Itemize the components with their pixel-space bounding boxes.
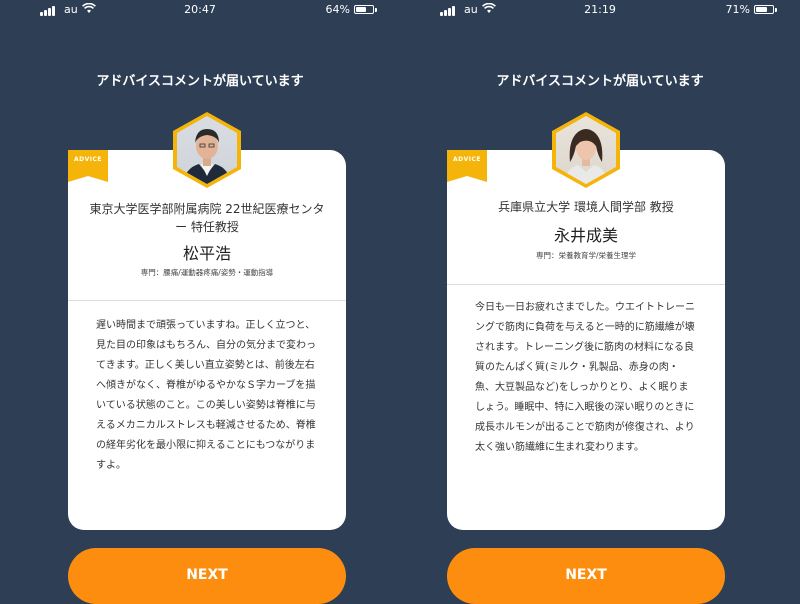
advice-badge: ADVICE: [68, 150, 108, 182]
page-heading: アドバイスコメントが届いています: [96, 74, 304, 89]
screen-2: au 21:19 71% アドバイスコメントが届いています ADVICE 兵庫県…: [400, 0, 800, 604]
advisor-photo-icon: [183, 129, 231, 184]
advisor-organization: 兵庫県立大学 環境人間学部 教授: [498, 200, 674, 214]
battery-icon: [754, 5, 774, 14]
screen-1: au 20:47 64% アドバイスコメントが届いています ADVICE 東京大…: [0, 0, 400, 604]
advisor-specialty: 専門：腰痛/運動器疼痛/姿勢・運動指導: [140, 268, 274, 277]
page-heading: アドバイスコメントが届いています: [496, 74, 704, 89]
battery-percent: 64%: [325, 3, 350, 16]
advice-card: ADVICE 東京大学医学部附属病院 22世紀医療センター 特任教授 松平浩 専…: [68, 112, 346, 530]
advice-comment: 今日も一日お疲れさまでした。ウエイトトレーニングで筋肉に負荷を与えると一時的に筋…: [475, 302, 695, 453]
advisor-name: 松平浩: [182, 244, 231, 263]
status-bar: au 21:19 71%: [400, 0, 800, 20]
advice-badge: ADVICE: [447, 150, 487, 182]
advice-card: ADVICE 兵庫県立大学 環境人間学部 教授 永井成美 専門：栄養教育学/栄養…: [447, 112, 725, 530]
advisor-name: 永井成美: [553, 226, 618, 245]
divider: [447, 284, 725, 285]
next-button[interactable]: NEXT: [447, 548, 725, 604]
next-button[interactable]: NEXT: [68, 548, 346, 604]
advisor-avatar: [173, 112, 241, 188]
status-bar: au 20:47 64%: [0, 0, 400, 20]
advisor-avatar: [552, 112, 620, 188]
advice-comment: 遅い時間まで頑張っていますね。正しく立つと、見た目の印象はもちろん、自分の気分ま…: [96, 320, 316, 471]
advisor-specialty: 専門：栄養教育学/栄養生理学: [535, 251, 637, 260]
battery-icon: [354, 5, 374, 14]
advisor-photo-icon: [564, 129, 608, 184]
battery-percent: 71%: [725, 3, 750, 16]
advisor-organization: 東京大学医学部附属病院 22世紀医療センター 特任教授: [89, 202, 325, 234]
divider: [68, 300, 346, 301]
